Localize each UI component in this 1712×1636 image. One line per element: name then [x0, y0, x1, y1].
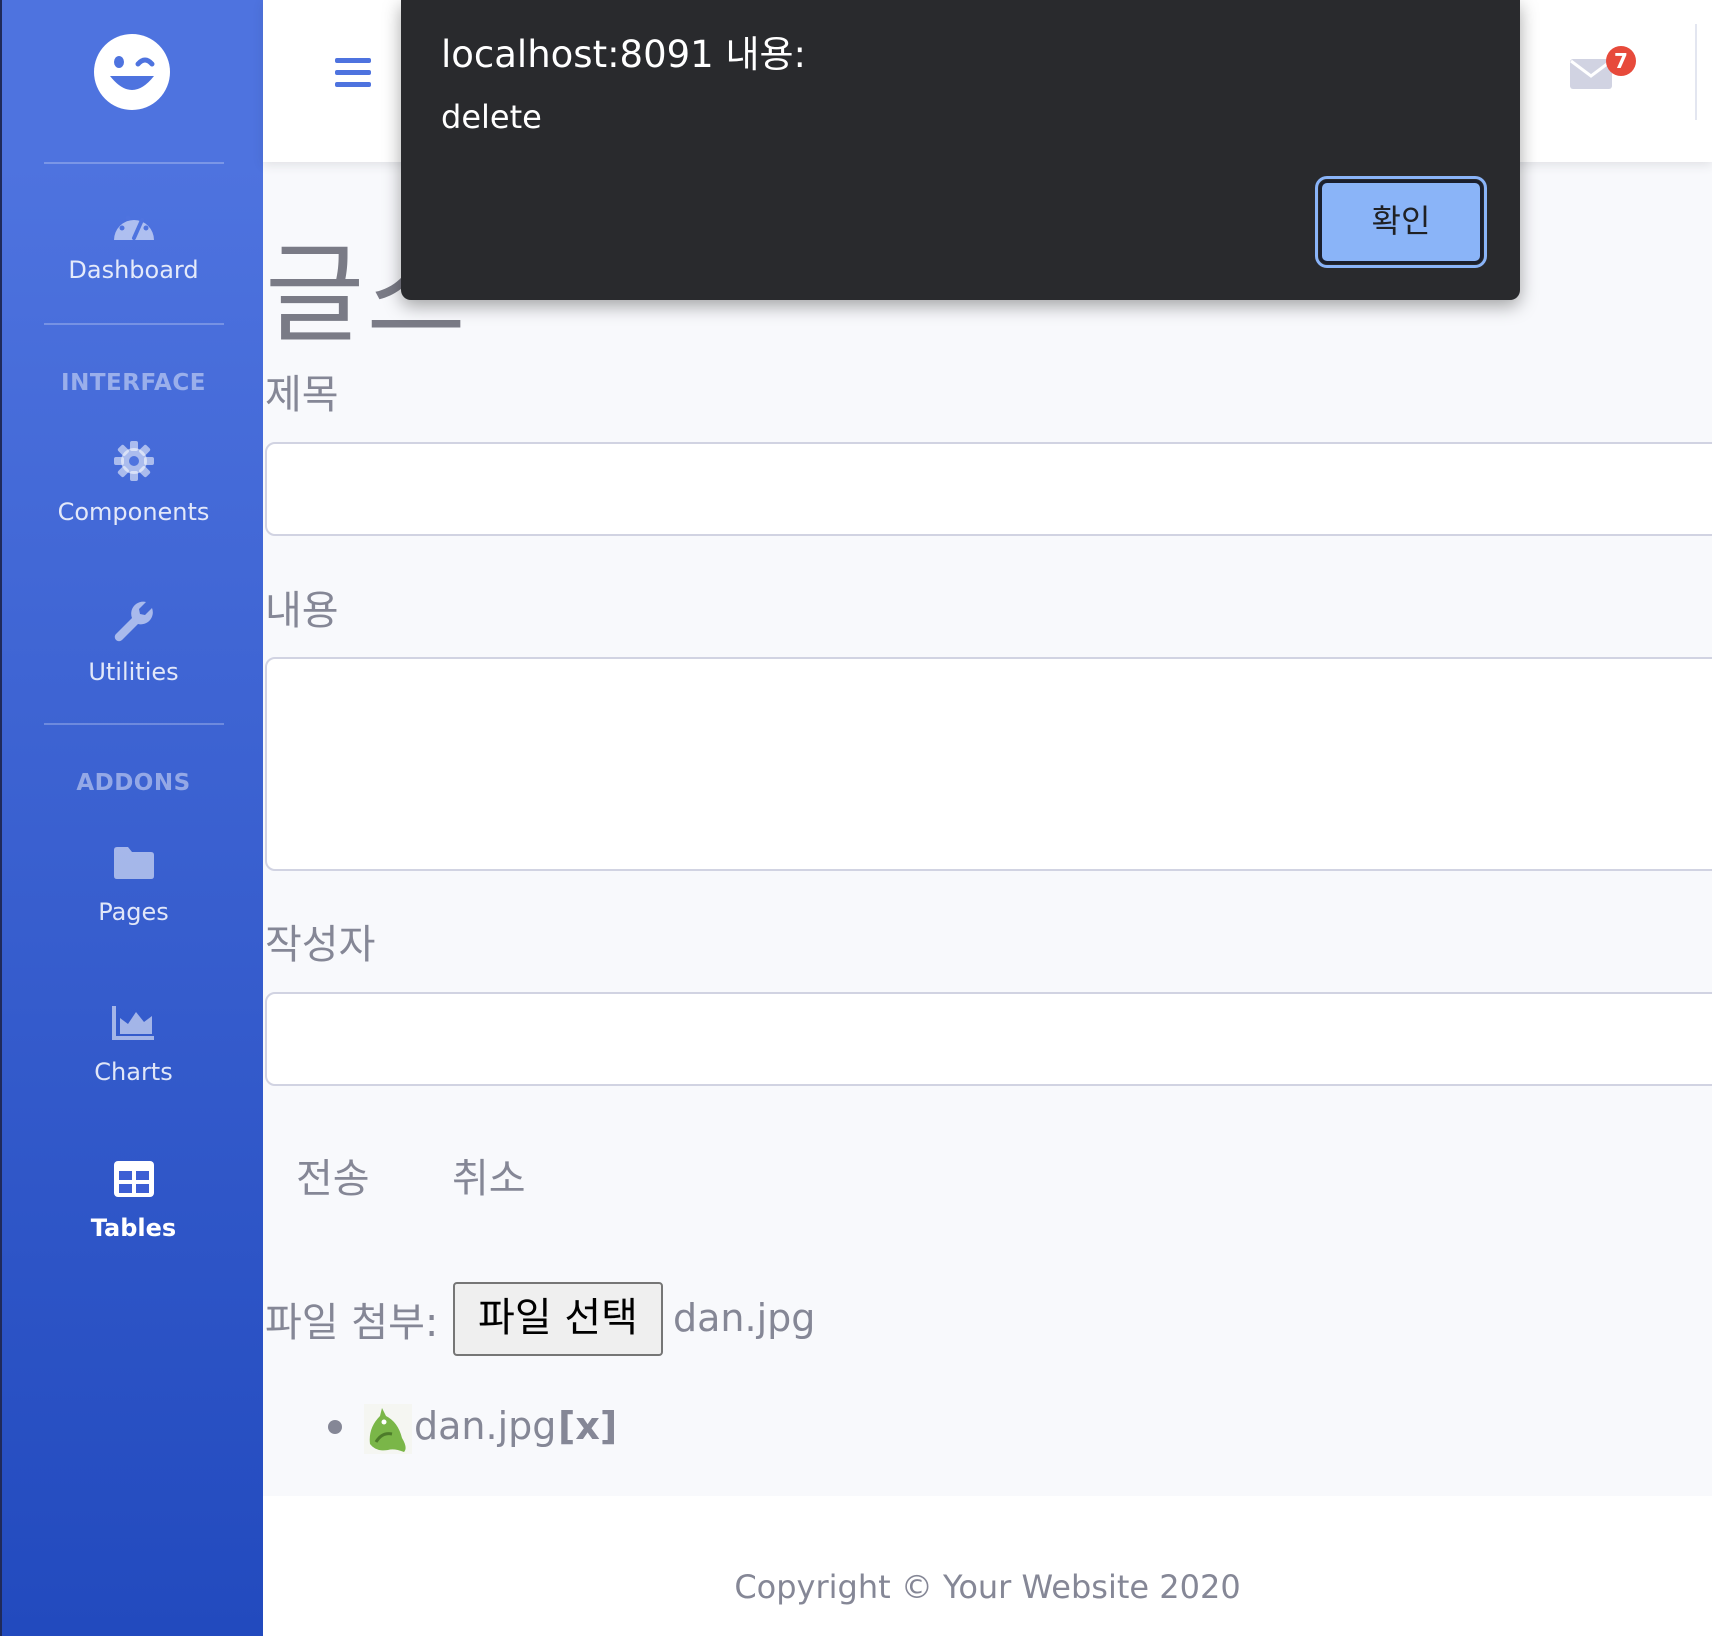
sidebar-item-tables[interactable]: Tables — [2, 1160, 265, 1280]
sidebar-item-label: Components — [57, 498, 210, 526]
sidebar-divider — [44, 723, 224, 725]
sidebar-item-label: Pages — [98, 898, 169, 926]
dialog-ok-button[interactable]: 확인 — [1315, 176, 1487, 268]
laugh-wink-icon[interactable] — [92, 32, 172, 112]
sidebar-item-utilities[interactable]: Utilities — [2, 600, 265, 720]
sidebar-item-label: Utilities — [88, 658, 179, 686]
title-label: 제목 — [265, 372, 339, 418]
sidebar-divider — [44, 162, 224, 164]
submit-button[interactable]: 전송 — [296, 1146, 370, 1204]
sidebar: Dashboard INTERFACE Components Utilities… — [0, 0, 263, 1636]
tachometer-icon — [113, 215, 154, 240]
dialog-title: localhost:8091 내용: — [441, 33, 807, 76]
sidebar-item-components[interactable]: Components — [2, 440, 265, 560]
sidebar-item-charts[interactable]: Charts — [2, 1004, 265, 1124]
sidebar-item-label: Dashboard — [68, 256, 199, 284]
content-textarea[interactable] — [265, 657, 1712, 871]
folder-icon — [113, 847, 154, 879]
copyright-text: Copyright © Your Website 2020 — [734, 1568, 1241, 1606]
dialog-message: delete — [441, 98, 542, 136]
attachment-name: dan.jpg — [414, 1404, 557, 1448]
messages-count-badge: 7 — [1606, 46, 1636, 76]
remove-attachment-button[interactable]: [x] — [558, 1404, 617, 1448]
sidebar-item-dashboard[interactable]: Dashboard — [2, 204, 265, 324]
menu-toggle-icon[interactable] — [333, 56, 373, 90]
sidebar-item-label: Tables — [90, 1214, 177, 1242]
content-label: 내용 — [265, 588, 339, 634]
footer: Copyright © Your Website 2020 — [263, 1496, 1712, 1636]
file-attach-label: 파일 첨부: — [265, 1300, 439, 1346]
sidebar-item-label: Charts — [94, 1058, 173, 1086]
chosen-file-name: dan.jpg — [673, 1296, 816, 1340]
sidebar-heading-addons: ADDONS — [76, 770, 191, 796]
gear-icon — [113, 441, 154, 481]
alert-dialog: localhost:8091 내용: delete 확인 — [401, 0, 1520, 300]
sidebar-item-pages[interactable]: Pages — [2, 846, 265, 966]
topbar-divider — [1695, 24, 1697, 120]
area-chart-icon — [111, 1006, 154, 1040]
sidebar-heading-interface: INTERFACE — [61, 370, 206, 396]
author-label: 작성자 — [265, 922, 376, 968]
cancel-button[interactable]: 취소 — [452, 1146, 526, 1204]
choose-file-button[interactable]: 파일 선택 — [453, 1282, 663, 1356]
title-input[interactable] — [265, 442, 1712, 536]
sidebar-divider — [44, 323, 224, 325]
attachment-thumbnail — [364, 1404, 412, 1454]
table-icon — [113, 1161, 154, 1197]
wrench-icon — [114, 601, 153, 642]
list-bullet — [328, 1420, 342, 1434]
author-input[interactable] — [265, 992, 1712, 1086]
